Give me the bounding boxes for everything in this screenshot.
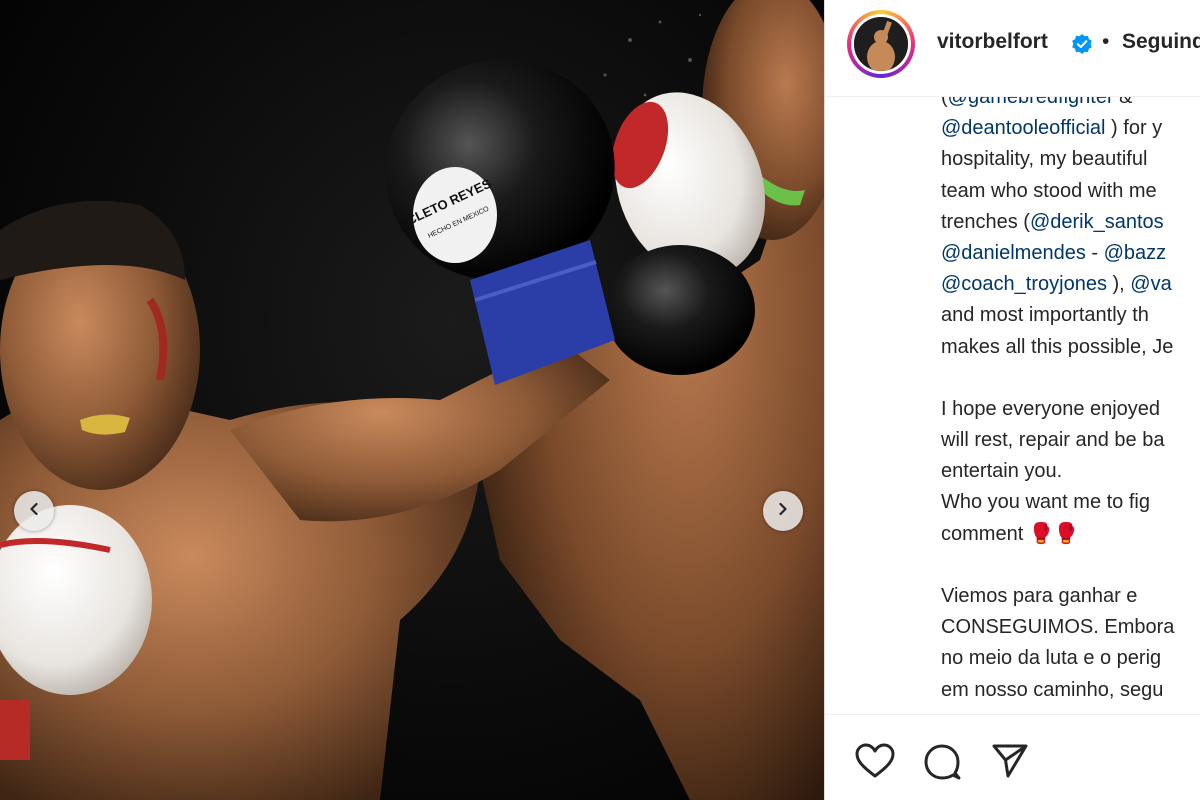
paper-plane-icon[interactable] <box>991 743 1029 784</box>
caption-line: no meio da luta e o perig <box>941 643 1200 674</box>
post-photo[interactable]: CLETO REYES HECHO EN MEXICO <box>0 0 824 800</box>
username-link[interactable]: vitorbelfort <box>937 30 1048 54</box>
caption-text: no meio da luta e o perig <box>941 647 1162 670</box>
post-header: vitorbelfort • Seguindo <box>825 0 1200 97</box>
caption-line: @danielmendes - @bazz <box>941 238 1200 269</box>
comment-icon[interactable] <box>923 743 961 786</box>
mention-link[interactable]: @danielmendes <box>941 242 1086 264</box>
caption-text: comment 🥊🥊 <box>941 522 1079 545</box>
caption-line: @deantooleofficial ) for y <box>941 113 1200 144</box>
mention-link[interactable]: @bazz <box>1104 242 1167 264</box>
post-actions-bar <box>825 714 1200 800</box>
caption-text: entertain you. <box>941 460 1063 483</box>
post-caption: (@gamebredfighter & @deantooleofficial ) … <box>941 82 1200 706</box>
caption-text: ) for y <box>1105 117 1163 140</box>
caption-line: and most importantly th <box>941 300 1200 331</box>
caption-text: trenches ( <box>941 210 1030 233</box>
caption-line: will rest, repair and be ba <box>941 425 1200 456</box>
caption-text: I hope everyone enjoyed <box>941 397 1161 420</box>
caption-line: makes all this possible, Je <box>941 332 1200 363</box>
caption-line: trenches (@derik_santos <box>941 207 1200 238</box>
carousel-next-button[interactable] <box>763 491 803 531</box>
caption-text: - <box>1085 241 1104 264</box>
caption-text: Viemos para ganhar e <box>941 585 1138 607</box>
caption-line: I hope everyone enjoyed <box>941 394 1200 425</box>
caption-line: Who you want me to fig <box>941 487 1200 518</box>
caption-line: @coach_troyjones ), @va <box>941 269 1200 300</box>
verified-badge-icon <box>1071 33 1093 60</box>
chevron-left-icon <box>26 501 42 522</box>
mention-link[interactable]: @derik_santos <box>1030 211 1164 233</box>
caption-line: entertain you. <box>941 456 1200 487</box>
heart-icon[interactable] <box>855 743 895 784</box>
caption-line: team who stood with me <box>941 176 1200 207</box>
mention-link[interactable]: @va <box>1130 273 1171 295</box>
caption-text: em nosso caminho, segu <box>941 678 1164 701</box>
post-details-pane: vitorbelfort • Seguindo (@gamebredfighte… <box>824 0 1200 800</box>
chevron-right-icon <box>775 501 791 522</box>
caption-text: will rest, repair and be ba <box>941 429 1165 452</box>
boxing-scene-image: CLETO REYES HECHO EN MEXICO <box>0 0 824 800</box>
caption-line: Viemos para ganhar e <box>941 581 1200 612</box>
caption-text: CONSEGUIMOS. Embora <box>941 616 1175 639</box>
caption-text: makes all this possible, Je <box>941 335 1174 358</box>
caption-text: ), <box>1106 273 1131 296</box>
mention-link[interactable]: @deantooleofficial <box>941 117 1106 139</box>
caption-line: hospitality, my beautiful <box>941 144 1200 175</box>
caption-line: comment 🥊🥊 <box>941 519 1200 550</box>
following-button[interactable]: Seguindo <box>1122 30 1200 54</box>
carousel-prev-button[interactable] <box>14 491 54 531</box>
caption-text: hospitality, my beautiful <box>941 148 1148 171</box>
caption-line: em nosso caminho, segu <box>941 675 1200 706</box>
avatar[interactable] <box>847 10 915 78</box>
header-separator: • <box>1102 30 1110 53</box>
mention-link[interactable]: @coach_troyjones <box>941 273 1107 295</box>
caption-line: CONSEGUIMOS. Embora <box>941 612 1200 643</box>
caption-text: Who you want me to fig <box>941 491 1150 514</box>
caption-text: team who stood with me <box>941 179 1157 202</box>
caption-text: and most importantly th <box>941 304 1149 327</box>
